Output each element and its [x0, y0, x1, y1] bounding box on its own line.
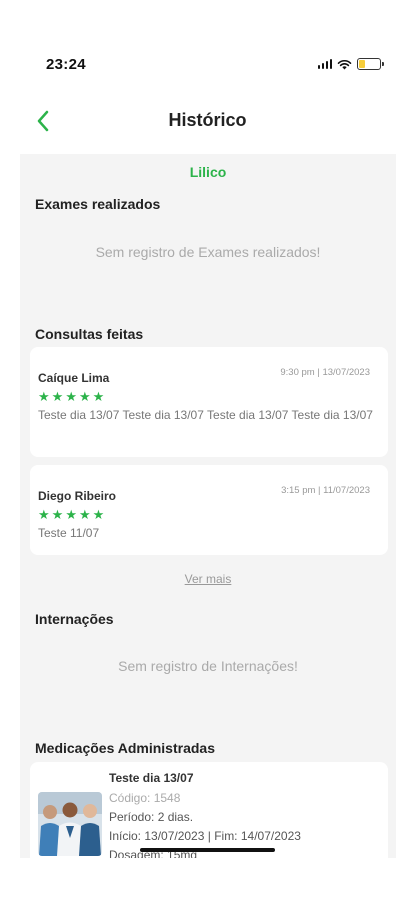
- star-icon: ★: [92, 507, 105, 522]
- star-icon: ★: [38, 507, 50, 522]
- status-bar: 23:24: [0, 0, 415, 90]
- exams-section-title: Exames realizados: [35, 196, 161, 212]
- consultation-description: Teste 11/07: [38, 526, 100, 540]
- consultation-card[interactable]: Caíque Lima 9:30 pm | 13/07/2023 ★ ★ ★ ★…: [30, 347, 388, 457]
- star-icon: ★: [78, 389, 91, 404]
- wifi-icon: [337, 59, 352, 69]
- home-indicator[interactable]: [140, 848, 275, 852]
- consultation-doctor-name: Caíque Lima: [38, 371, 110, 385]
- cellular-signal-icon: [317, 59, 332, 69]
- medication-dates: Início: 13/07/2023 | Fim: 14/07/2023: [109, 829, 301, 843]
- history-content[interactable]: Lilico Exames realizados Sem registro de…: [20, 154, 396, 858]
- hospitalizations-section-title: Internações: [35, 611, 114, 627]
- medication-card[interactable]: Teste dia 13/07 Código: 1548 Período: 2 …: [30, 762, 388, 858]
- patient-name: Lilico: [189, 164, 227, 180]
- consultations-section-title: Consultas feitas: [35, 326, 144, 342]
- star-icon: ★: [92, 389, 105, 404]
- medication-photo: [38, 792, 102, 856]
- star-icon: ★: [65, 389, 77, 404]
- consultation-card[interactable]: Diego Ribeiro 3:15 pm | 11/07/2023 ★ ★ ★…: [30, 465, 388, 555]
- star-icon: ★: [78, 507, 91, 522]
- consultation-doctor-name: Diego Ribeiro: [38, 489, 117, 503]
- page-title: Histórico: [168, 110, 247, 130]
- medication-code: Código: 1548: [109, 791, 181, 805]
- see-more-link[interactable]: Ver mais: [20, 572, 396, 586]
- rating-stars: ★ ★ ★ ★ ★: [38, 390, 104, 403]
- nav-bar: Histórico: [0, 100, 415, 144]
- star-icon: ★: [51, 389, 64, 404]
- medication-title: Teste dia 13/07: [109, 771, 194, 785]
- battery-level: [359, 60, 365, 68]
- exams-empty-message: Sem registro de Exames realizados!: [95, 244, 321, 260]
- consultation-description: Teste dia 13/07 Teste dia 13/07 Teste di…: [38, 408, 373, 422]
- medications-section-title: Medicações Administradas: [35, 740, 215, 756]
- hospitalizations-empty-message: Sem registro de Internações!: [118, 658, 298, 674]
- battery-icon: [357, 58, 384, 70]
- consultation-time: 9:30 pm | 13/07/2023: [280, 367, 370, 378]
- status-icons: [317, 58, 384, 70]
- star-icon: ★: [51, 507, 64, 522]
- medication-period: Período: 2 dias.: [109, 810, 194, 824]
- star-icon: ★: [38, 389, 50, 404]
- star-icon: ★: [65, 507, 77, 522]
- consultation-time: 3:15 pm | 11/07/2023: [281, 485, 370, 496]
- rating-stars: ★ ★ ★ ★ ★: [38, 508, 104, 521]
- status-time: 23:24: [46, 56, 86, 73]
